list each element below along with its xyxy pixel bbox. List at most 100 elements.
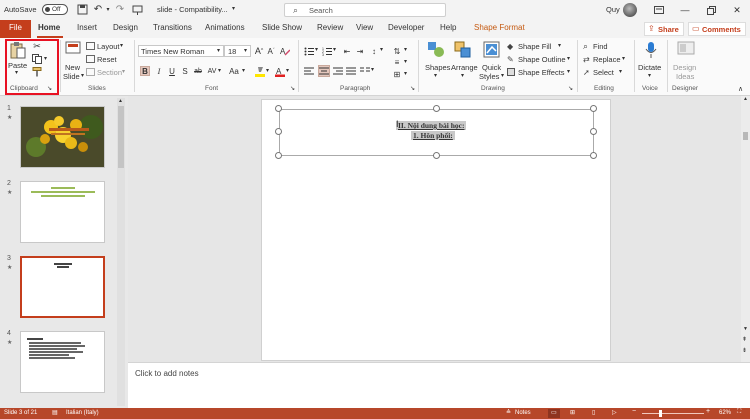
shape-fill-button[interactable]: ◆ Shape Fill ▾ [507, 42, 569, 52]
clear-formatting-icon[interactable]: A [280, 46, 290, 56]
search-box[interactable]: ⌕ Search [284, 3, 446, 17]
replace-button[interactable]: ⇄ Replace ▾ [583, 55, 625, 65]
increase-indent-icon[interactable]: ⇥ [355, 46, 365, 56]
title-dropdown-icon[interactable]: ▾ [232, 5, 235, 12]
zoom-slider-track[interactable] [642, 413, 704, 414]
zoom-level[interactable]: 62% [719, 410, 731, 416]
ribbon-display-options-icon[interactable] [646, 0, 672, 20]
smartart-dropdown-icon[interactable]: ▾ [404, 70, 407, 77]
tab-developer[interactable]: Developer [388, 23, 424, 32]
quick-styles-button[interactable]: Quick Styles ▾ [479, 41, 505, 85]
text-direction-icon[interactable]: ⇅ [392, 46, 402, 56]
shape-outline-button[interactable]: ✎ Shape Outline ▾ [507, 55, 573, 65]
change-case-icon[interactable]: Aa [229, 66, 239, 76]
text-direction-dropdown-icon[interactable]: ▾ [404, 46, 407, 53]
slide-thumbnail-3-selected[interactable] [20, 256, 105, 318]
arrange-button[interactable]: Arrange ▾ [451, 41, 478, 85]
resize-handle[interactable] [590, 105, 597, 112]
language-label[interactable]: Italian (Italy) [66, 410, 99, 416]
bullets-icon[interactable] [304, 46, 314, 56]
redo-icon[interactable]: ↷ [114, 3, 126, 16]
restore-icon[interactable] [698, 0, 724, 20]
tab-review[interactable]: Review [317, 23, 343, 32]
slide-subheading-text[interactable]: 1. Hôn phối: [411, 131, 455, 140]
design-ideas-button[interactable]: Design Ideas [672, 41, 700, 85]
format-painter-icon[interactable] [31, 67, 43, 77]
scroll-up-icon[interactable]: ▲ [743, 96, 748, 102]
close-icon[interactable]: ✕ [724, 0, 750, 20]
font-size-select[interactable]: 18 ▾ [224, 45, 251, 57]
collapse-ribbon-icon[interactable]: ∧ [738, 85, 743, 93]
decrease-indent-icon[interactable]: ⇤ [342, 46, 352, 56]
paste-button[interactable]: Paste ▾ [8, 41, 28, 77]
notes-toggle-label[interactable]: Notes [515, 410, 531, 416]
scrollbar-thumb[interactable] [118, 106, 124, 168]
slideshow-view-icon[interactable]: ▷ [612, 409, 617, 416]
align-center-icon[interactable] [318, 65, 330, 77]
tab-animations[interactable]: Animations [205, 23, 245, 32]
tab-home[interactable]: Home [38, 23, 60, 32]
smartart-icon[interactable]: ⊞ [392, 69, 402, 79]
highlight-color-icon[interactable] [255, 66, 265, 77]
increase-font-size-icon[interactable]: A ^ [254, 46, 264, 56]
autosave-toggle[interactable]: Off [42, 4, 68, 15]
decrease-font-size-icon[interactable]: Aˇ [266, 46, 276, 56]
presentation-icon[interactable] [131, 3, 143, 16]
italic-button[interactable]: I [154, 66, 164, 76]
zoom-out-icon[interactable]: − [632, 408, 636, 415]
minimize-icon[interactable]: — [672, 0, 698, 20]
user-name[interactable]: Quy [606, 5, 620, 14]
tab-file[interactable]: File [0, 20, 31, 38]
slide-thumbnail-1[interactable] [20, 106, 105, 168]
font-name-select[interactable]: Times New Roman ▾ [138, 45, 224, 57]
slide-thumbnail-4[interactable] [20, 331, 105, 393]
numbering-icon[interactable]: 123 [322, 46, 332, 56]
undo-icon[interactable]: ↶ [92, 3, 104, 16]
tab-help[interactable]: Help [440, 23, 456, 32]
clipboard-launcher-icon[interactable]: ↘ [47, 85, 52, 92]
dictate-button[interactable]: Dictate ▾ [638, 41, 664, 85]
align-left-icon[interactable] [304, 66, 314, 76]
resize-handle[interactable] [275, 105, 282, 112]
normal-view-button[interactable]: ▭ [548, 409, 560, 418]
section-button[interactable]: Section ▾ [86, 68, 128, 78]
align-right-icon[interactable] [333, 66, 343, 76]
scrollbar-thumb[interactable] [743, 132, 748, 140]
editor-scrollbar[interactable]: ▲ ▼ ⇞ ⇟ [741, 96, 750, 362]
find-button[interactable]: ⌕ Find [583, 41, 617, 52]
slide-sorter-icon[interactable]: ⊞ [570, 409, 575, 416]
slide-thumbnail-2[interactable] [20, 181, 105, 243]
shape-effects-button[interactable]: Shape Effects ▾ [507, 68, 573, 78]
character-spacing-dropdown-icon[interactable]: ▾ [218, 67, 221, 74]
document-title[interactable]: slide - Compatibility... [157, 5, 228, 14]
scroll-down-icon[interactable]: ▼ [743, 326, 748, 332]
line-spacing-icon[interactable]: ↕ [369, 46, 379, 56]
new-slide-button[interactable]: New Slide ▾ [62, 41, 84, 85]
drawing-launcher-icon[interactable]: ↘ [568, 85, 573, 92]
font-color-icon[interactable]: A [275, 66, 285, 77]
columns-dropdown-icon[interactable]: ▾ [371, 66, 374, 73]
justify-icon[interactable] [346, 66, 356, 76]
tab-insert[interactable]: Insert [77, 23, 97, 32]
copy-icon[interactable] [31, 54, 43, 64]
slide-canvas[interactable]: II. Nội dung bài học: 1. Hôn phối: I [261, 99, 611, 361]
tab-slide-show[interactable]: Slide Show [262, 23, 302, 32]
zoom-slider-thumb[interactable] [658, 410, 662, 417]
slide-heading-text[interactable]: II. Nội dung bài học: [396, 121, 467, 130]
bullets-dropdown-icon[interactable]: ▾ [315, 46, 318, 53]
reset-button[interactable]: Reset [86, 55, 126, 65]
spellcheck-icon[interactable]: ▤ [52, 409, 58, 416]
share-button[interactable]: ⇪ Share [644, 22, 684, 36]
strikethrough-button[interactable]: ab [193, 66, 203, 76]
tab-design[interactable]: Design [113, 23, 138, 32]
font-launcher-icon[interactable]: ↘ [290, 85, 295, 92]
notes-toggle-icon[interactable]: ≙ [506, 409, 511, 416]
previous-slide-icon[interactable]: ⇞ [742, 336, 747, 343]
undo-dropdown-icon[interactable]: ▾ [104, 3, 112, 16]
paragraph-launcher-icon[interactable]: ↘ [410, 85, 415, 92]
resize-handle[interactable] [275, 152, 282, 159]
select-button[interactable]: ➚ Select ▾ [583, 68, 623, 78]
numbering-dropdown-icon[interactable]: ▾ [333, 46, 336, 53]
tab-shape-format[interactable]: Shape Format [474, 23, 525, 32]
avatar[interactable] [623, 3, 637, 17]
